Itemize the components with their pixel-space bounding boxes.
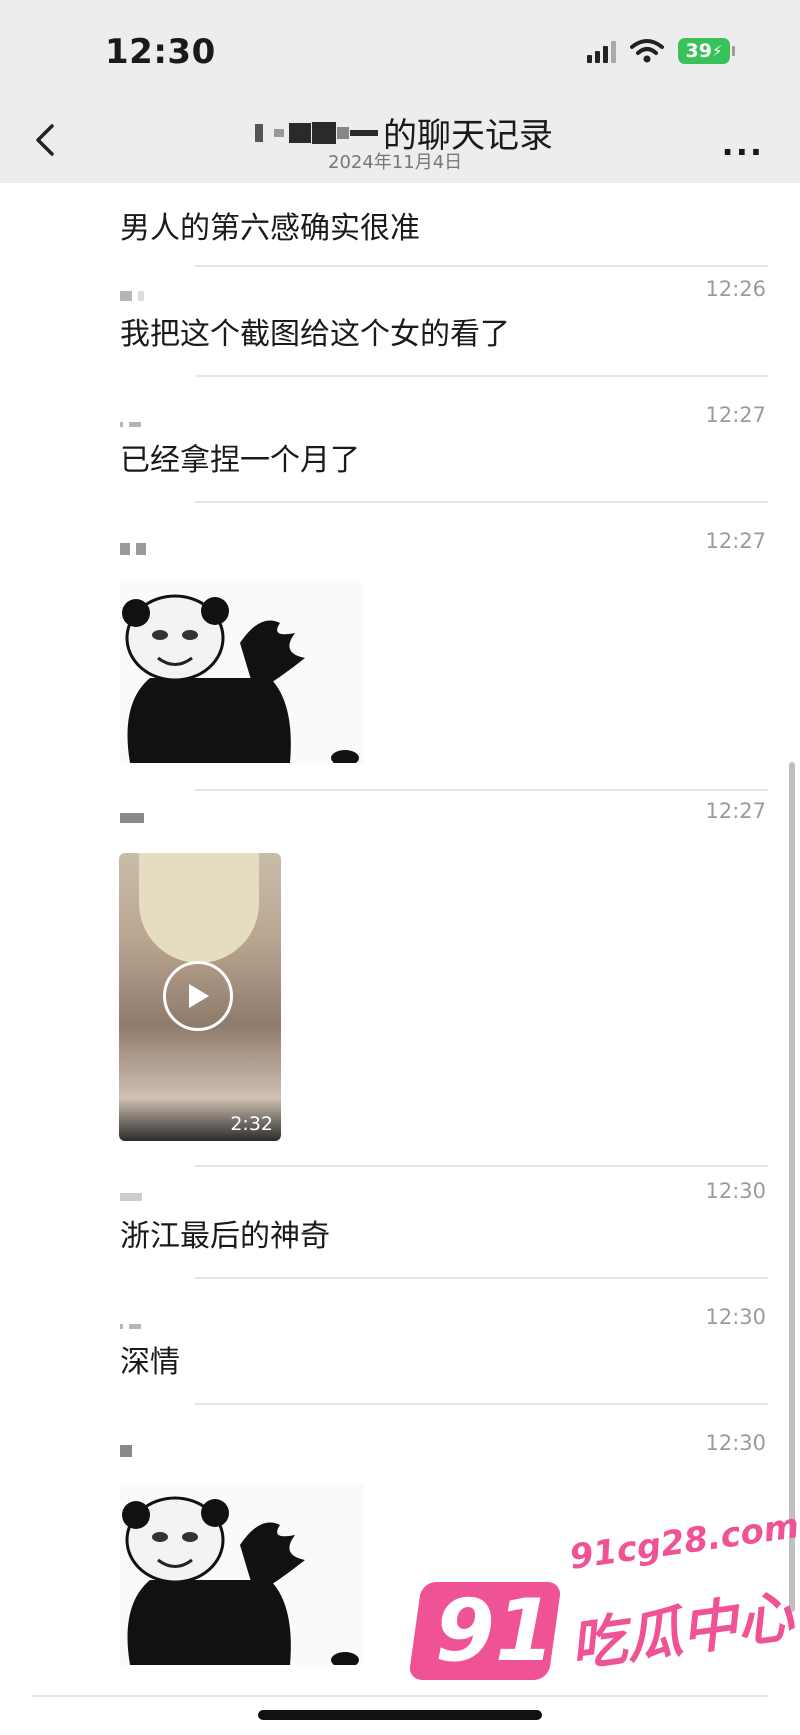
message-time: 12:27 <box>705 529 766 553</box>
divider <box>195 375 768 377</box>
message-time: 12:30 <box>705 1305 766 1329</box>
sender-name <box>120 813 150 823</box>
divider <box>195 1165 768 1167</box>
watermark-logo: 91 91cg28.com 吃瓜中心 <box>408 1506 800 1720</box>
date-subtitle: 2024年11月4日 <box>328 152 463 173</box>
message-text: 浙江最后的神奇 <box>120 1219 330 1254</box>
message-text: 已经拿捏一个月了 <box>120 443 360 478</box>
watermark-name: 吃瓜中心 <box>566 1584 798 1680</box>
scrollbar[interactable] <box>789 762 795 1612</box>
status-icons: 39 ⚡ <box>587 38 735 64</box>
header: 12:30 39 ⚡ 的聊天记录 2024年11月4日 ... <box>0 0 800 183</box>
message-time: 12:30 <box>705 1179 766 1203</box>
panda-meme-sticker[interactable] <box>120 1485 364 1668</box>
sender-name <box>120 291 150 301</box>
sender-name <box>120 543 152 555</box>
back-icon[interactable] <box>26 120 66 160</box>
cellular-signal-icon <box>587 39 616 63</box>
divider <box>195 1403 768 1405</box>
divider <box>195 789 768 791</box>
sender-name <box>120 417 147 427</box>
battery-icon: 39 ⚡ <box>678 38 735 64</box>
message-time: 12:26 <box>705 277 766 301</box>
panda-meme-image <box>120 1485 364 1668</box>
video-message[interactable]: 2:32 <box>119 853 281 1141</box>
panda-meme-image <box>120 583 364 766</box>
message-time: 12:27 <box>705 799 766 823</box>
sender-name <box>120 1319 147 1329</box>
watermark-url: 91cg28.com <box>567 1506 800 1578</box>
more-options-icon[interactable]: ... <box>722 128 764 160</box>
video-duration: 2:32 <box>230 1113 273 1135</box>
divider <box>195 1277 768 1279</box>
message-time: 12:27 <box>705 403 766 427</box>
watermark-badge-text: 91 <box>435 1581 555 1681</box>
sender-name <box>120 1193 148 1203</box>
divider <box>195 501 768 503</box>
message-text: 男人的第六感确实很准 <box>120 211 420 246</box>
panda-meme-sticker[interactable] <box>120 583 364 766</box>
status-time: 12:30 <box>105 32 216 72</box>
message-text: 我把这个截图给这个女的看了 <box>120 317 510 352</box>
message-time: 12:30 <box>705 1431 766 1455</box>
battery-level: 39 <box>685 40 712 62</box>
divider <box>195 265 768 267</box>
sender-name <box>120 1445 138 1457</box>
video-thumbnail <box>139 853 259 963</box>
wifi-icon <box>630 39 664 63</box>
redacted-name <box>255 121 379 144</box>
play-icon[interactable] <box>163 961 233 1031</box>
message-text: 深情 <box>120 1345 180 1380</box>
